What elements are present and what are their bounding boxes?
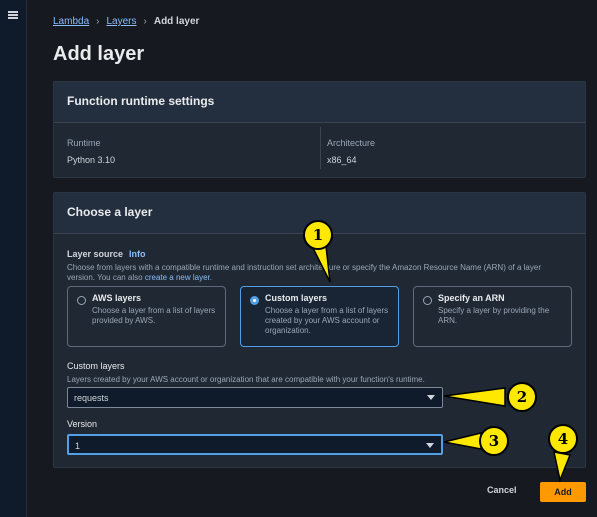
pointer-1 (310, 245, 331, 283)
annotation-marker-3: 3 (479, 426, 509, 456)
pointer-2 (443, 387, 506, 407)
pointer-4 (553, 451, 572, 483)
annotation-marker-4: 4 (548, 424, 578, 454)
annotation-marker-1: 1 (303, 220, 333, 250)
annotation-marker-2: 2 (507, 382, 537, 412)
pointer-3 (443, 432, 482, 450)
